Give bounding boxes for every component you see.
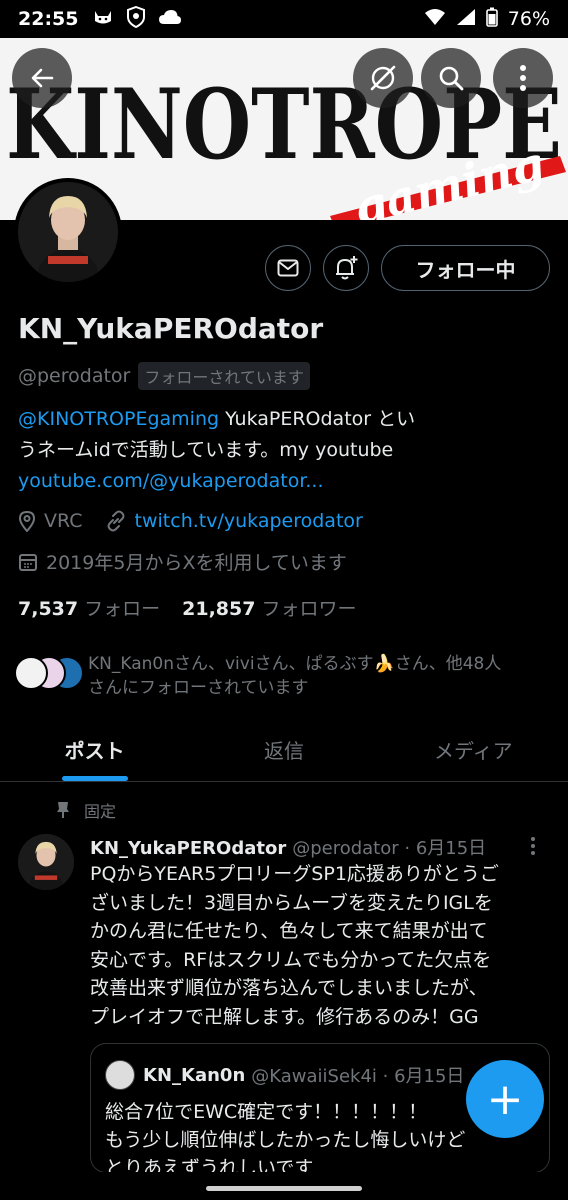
compose-button[interactable]: + (466, 1060, 544, 1138)
message-button[interactable] (265, 245, 311, 291)
bio-youtube-link[interactable]: youtube.com/@yukaperodator... (18, 470, 324, 492)
quote-line: とりあえずうれしいです (105, 1157, 314, 1173)
pinned-label: 固定 (84, 802, 117, 821)
back-button[interactable] (12, 48, 72, 108)
quote-line: もう少し順位伸ばしたかったし悔しいけど (105, 1129, 466, 1151)
post-header: KN_YukaPEROdator @perodator · 6月15日 (90, 834, 486, 860)
tab-replies-label: 返信 (263, 739, 304, 763)
tab-posts[interactable]: ポスト (0, 718, 189, 781)
joined-text: 2019年5月からXを利用しています (46, 552, 347, 574)
post-text: PQからYEAR5プロリーグSP1応援ありがとうご ざいました！3週目からムーブ… (90, 860, 554, 1031)
grok-button[interactable] (353, 48, 413, 108)
profile-tabs: ポスト 返信 メディア (0, 718, 568, 782)
search-button[interactable] (421, 48, 481, 108)
bio-text: YukaPEROdator とい (219, 408, 416, 430)
tab-media-label: メディア (434, 739, 513, 763)
avatar (105, 1060, 135, 1090)
grok-icon (370, 65, 396, 91)
location-icon (18, 510, 36, 532)
avatar-photo (18, 834, 74, 890)
status-bar: 22:55 76% (0, 0, 568, 38)
bell-plus-icon (336, 256, 358, 280)
joined-row: 2019年5月からXを利用しています (18, 548, 347, 575)
notifications-button[interactable] (323, 245, 369, 291)
post-line: ざいました！3週目からムーブを変えたりIGLを (90, 891, 493, 914)
more-options-button[interactable] (493, 48, 553, 108)
handle-row: @perodator フォローされています (18, 362, 310, 390)
following-button[interactable]: フォロー中 (381, 245, 550, 291)
quote-line: 総合7位でEWC確定です！！！！！！ (105, 1101, 428, 1123)
followed-by[interactable]: KN_Kan0nさん、viviさん、ぱるぶす🍌さん、他48人 さんにフォローされ… (14, 652, 558, 700)
back-arrow-icon (31, 68, 54, 88)
mail-icon (277, 259, 299, 277)
pin-icon (57, 802, 69, 818)
bio: @KINOTROPEgaming YukaPEROdator とい うネームid… (18, 404, 558, 497)
plus-icon: + (486, 1073, 524, 1125)
battery-icon (485, 7, 498, 32)
link-icon (107, 510, 125, 532)
handle: @perodator (18, 365, 131, 387)
bio-text-2: うネームidで活動しています。my youtube (18, 439, 394, 461)
more-icon (531, 837, 535, 855)
following-count-link[interactable]: 7,537 フォロー (18, 594, 160, 621)
avatar (14, 656, 48, 690)
search-icon (439, 66, 464, 91)
bio-mention-link[interactable]: @KINOTROPEgaming (18, 408, 219, 430)
post-line: かのん君に任せたり、色々して来て結果が出て (90, 920, 488, 942)
more-icon (520, 65, 526, 91)
followers-count: 21,857 (182, 598, 256, 620)
followed-by-line-2: さんにフォローされています (88, 678, 309, 698)
avatar[interactable] (14, 178, 122, 286)
followers-label: フォロワー (261, 598, 357, 620)
shield-icon (126, 5, 146, 32)
battery-percent: 76% (507, 8, 550, 30)
home-indicator[interactable] (206, 1186, 362, 1191)
cloud-icon (158, 8, 182, 30)
followed-by-line-1: KN_Kan0nさん、viviさん、ぱるぶす🍌さん、他48人 (88, 654, 502, 674)
tab-active-indicator (61, 776, 128, 781)
post-line: プレイオフで卍解します。修行あるのみ！GG (90, 1005, 479, 1028)
post-author-name[interactable]: KN_YukaPEROdator (90, 838, 286, 859)
quote-handle-date: @KawaiiSek4i · 6月15日 (251, 1066, 465, 1087)
post-handle-date: @perodator · 6月15日 (292, 838, 487, 859)
following-count: 7,537 (18, 598, 79, 620)
followers-count-link[interactable]: 21,857 フォロワー (182, 594, 356, 621)
calendar-icon (19, 553, 37, 571)
quote-author-name: KN_Kan0n (143, 1064, 246, 1086)
website-link[interactable]: twitch.tv/yukaperodator (135, 510, 363, 532)
location-text: VRC (44, 510, 83, 532)
status-time: 22:55 (18, 8, 79, 30)
profile-meta-row: VRC twitch.tv/yukaperodator (18, 510, 363, 532)
post-line: 改善出来ず順位が落ち込んでしまいましたが、 (90, 977, 488, 999)
display-name: KN_YukaPEROdator (18, 312, 324, 345)
post-line: 安心です。RFはスクリムでも分かってた欠点を (90, 948, 492, 971)
post-avatar[interactable] (18, 834, 74, 890)
signal-icon (456, 8, 476, 31)
cat-icon (92, 7, 114, 31)
pinned-indicator: 固定 (56, 798, 116, 822)
quote-text: 総合7位でEWC確定です！！！！！！ もう少し順位伸ばしたかったし悔しいけど と… (105, 1098, 525, 1173)
followed-by-avatars (14, 652, 86, 692)
post-line: PQからYEAR5プロリーグSP1応援ありがとうご (90, 863, 499, 885)
wifi-icon (424, 8, 446, 31)
quote-header: KN_Kan0n @KawaiiSek4i · 6月15日 (105, 1060, 464, 1090)
followed-by-text: KN_Kan0nさん、viviさん、ぱるぶす🍌さん、他48人 さんにフォローされ… (88, 652, 558, 700)
post-more-button[interactable] (530, 836, 536, 861)
follows-you-badge: フォローされています (138, 362, 310, 390)
follow-counts: 7,537 フォロー 21,857 フォロワー (18, 594, 356, 621)
tab-posts-label: ポスト (64, 739, 125, 763)
following-label: フォロー (84, 598, 161, 620)
avatar-photo (18, 182, 118, 282)
tab-replies[interactable]: 返信 (189, 718, 378, 781)
tab-media[interactable]: メディア (379, 718, 568, 781)
